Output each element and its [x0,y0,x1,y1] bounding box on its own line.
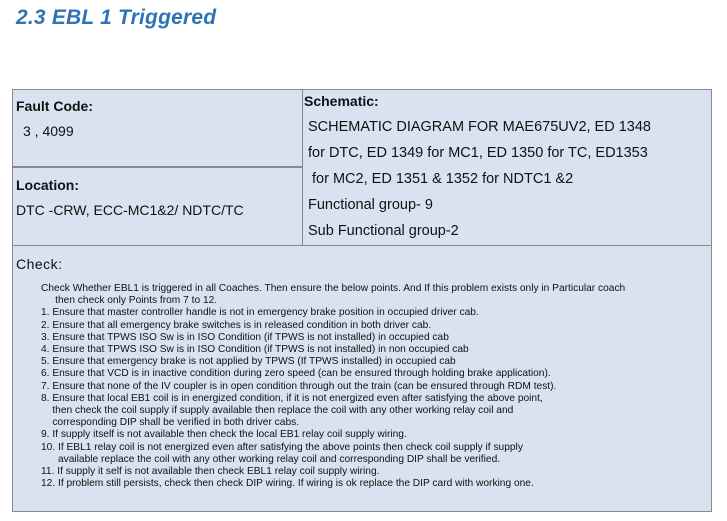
check-item: 10. If EBL1 relay coil is not energized … [41,441,523,453]
check-item: 8. Ensure that local EB1 coil is in ener… [41,392,543,404]
schematic-line: SCHEMATIC DIAGRAM FOR MAE675UV2, ED 1348 [308,119,651,135]
location-value: DTC -CRW, ECC-MC1&2/ NDTC/TC [16,202,244,218]
schematic-line: Functional group- 9 [308,197,433,213]
check-item: corresponding DIP shall be verified in b… [41,417,300,429]
check-item: 9. If supply itself is not available the… [41,429,407,441]
check-item: 6. Ensure that VCD is in inactive condit… [41,368,551,380]
check-item: 1. Ensure that master controller handle … [41,307,479,319]
schematic-line: for DTC, ED 1349 for MC1, ED 1350 for TC… [308,145,648,161]
check-item: 5. Ensure that emergency brake is not ap… [41,356,456,368]
schematic-heading: Schematic: [304,93,379,109]
schematic-line: for MC2, ED 1351 & 1352 for NDTC1 &2 [308,171,574,187]
page-title: 2.3 EBL 1 Triggered [16,6,217,29]
check-item: 7. Ensure that none of the IV coupler is… [41,380,557,392]
check-list: Check Whether EBL1 is triggered in all C… [41,283,701,490]
check-heading: Check: [16,256,63,272]
check-item: then check the coil supply if supply ava… [41,405,514,417]
check-item: 3. Ensure that TPWS ISO Sw is in ISO Con… [41,331,449,343]
check-item: available replace the coil with any othe… [41,453,501,465]
check-item: 2. Ensure that all emergency brake switc… [41,319,432,331]
schematic-line: Sub Functional group-2 [308,223,459,239]
location-heading: Location: [16,177,79,193]
check-item: then check only Points from 7 to 12. [41,295,218,307]
schematic-panel: Schematic: SCHEMATIC DIAGRAM FOR MAE675U… [302,89,712,246]
check-item: 11. If supply it self is not available t… [41,466,380,478]
fault-code-heading: Fault Code: [16,98,93,114]
fault-code-panel: Fault Code: 3 , 4099 [12,89,302,167]
fault-code-value: 3 , 4099 [23,123,74,139]
check-panel: Check: Check Whether EBL1 is triggered i… [12,246,712,512]
location-panel: Location: DTC -CRW, ECC-MC1&2/ NDTC/TC [12,167,302,246]
check-item: 12. If problem still persists, check the… [41,478,534,490]
check-item: Check Whether EBL1 is triggered in all C… [41,283,626,294]
check-item: 4. Ensure that TPWS ISO Sw is in ISO Con… [41,344,469,356]
